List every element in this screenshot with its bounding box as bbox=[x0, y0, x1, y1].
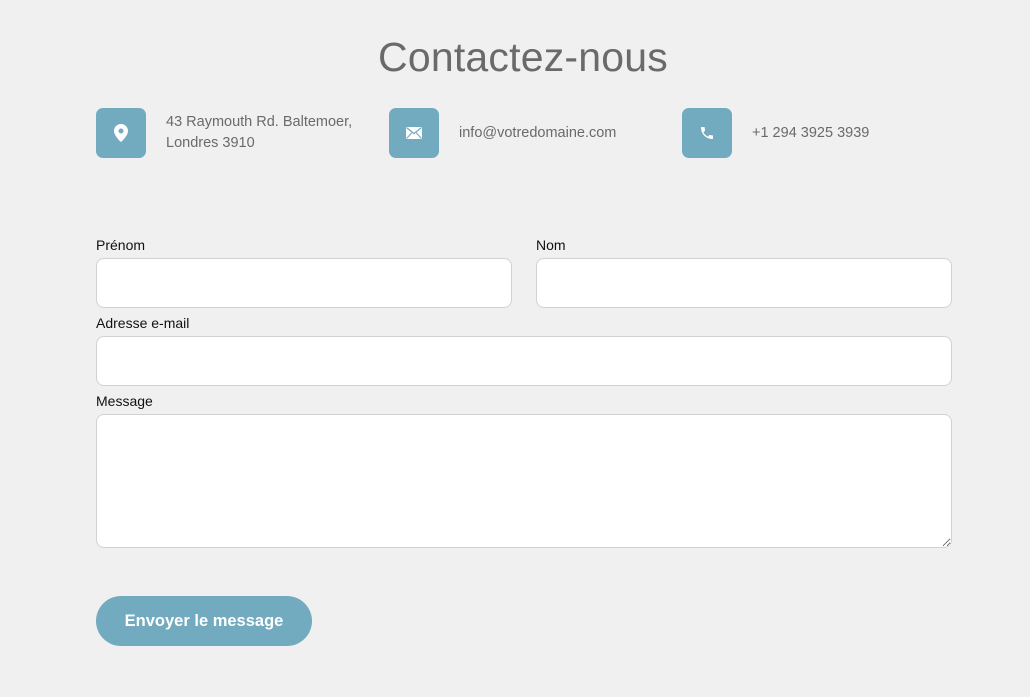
contact-info: 43 Raymouth Rd. Baltemoer, Londres 3910 … bbox=[96, 108, 956, 160]
phone-item: +1 294 3925 3939 bbox=[682, 108, 869, 158]
send-message-button[interactable]: Envoyer le message bbox=[96, 596, 312, 646]
email-item: info@votredomaine.com bbox=[389, 108, 616, 158]
phone-icon bbox=[682, 108, 732, 158]
message-textarea[interactable] bbox=[96, 414, 952, 548]
email-field[interactable] bbox=[96, 336, 952, 386]
message-label: Message bbox=[96, 393, 153, 409]
last-name-label: Nom bbox=[536, 237, 566, 253]
page-title: Contactez-nous bbox=[378, 34, 668, 80]
last-name-field[interactable] bbox=[536, 258, 952, 308]
address-text: 43 Raymouth Rd. Baltemoer, Londres 3910 bbox=[166, 112, 366, 154]
email-text[interactable]: info@votredomaine.com bbox=[459, 123, 616, 144]
envelope-icon bbox=[389, 108, 439, 158]
first-name-field[interactable] bbox=[96, 258, 512, 308]
email-label: Adresse e-mail bbox=[96, 315, 190, 331]
first-name-label: Prénom bbox=[96, 237, 146, 253]
address-line-2: Londres 3910 bbox=[166, 135, 255, 151]
map-pin-icon bbox=[96, 108, 146, 158]
address-item: 43 Raymouth Rd. Baltemoer, Londres 3910 bbox=[96, 108, 366, 158]
address-line-1: 43 Raymouth Rd. Baltemoer, bbox=[166, 114, 353, 130]
phone-text[interactable]: +1 294 3925 3939 bbox=[752, 123, 869, 144]
